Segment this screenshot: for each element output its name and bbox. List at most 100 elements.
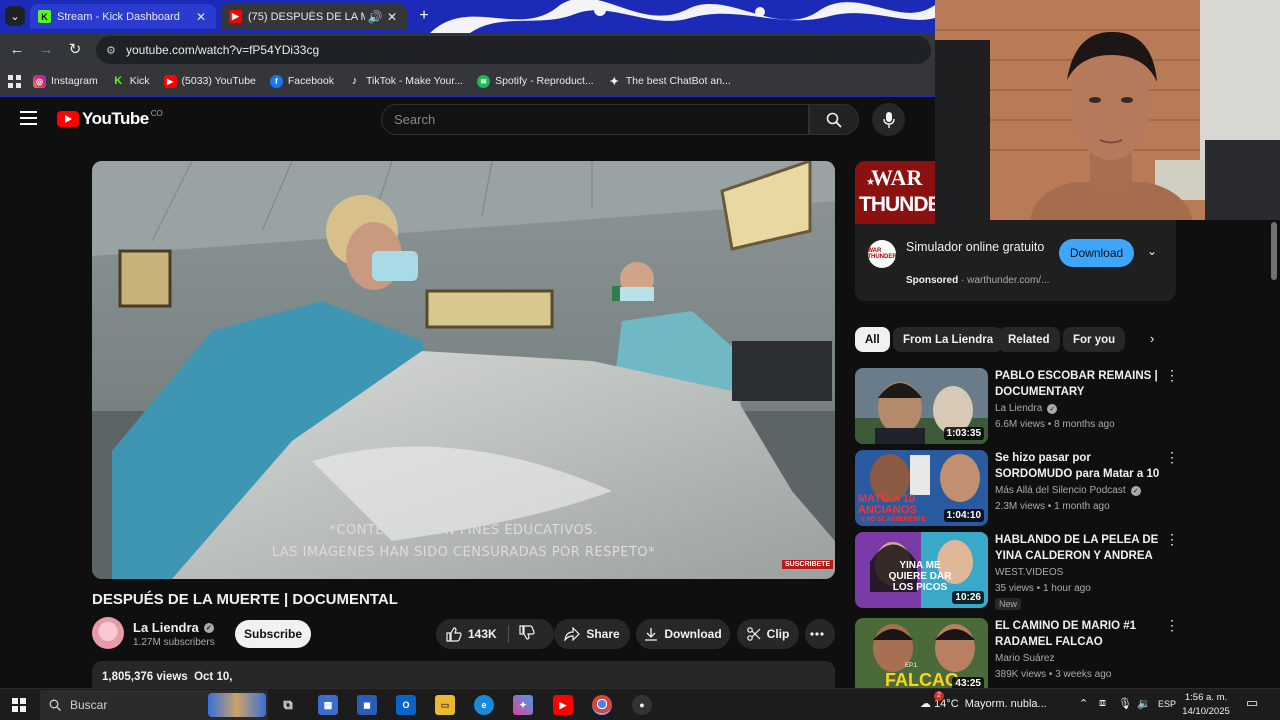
- menu-icon[interactable]: [20, 111, 37, 125]
- file-explorer-icon[interactable]: ▭: [435, 695, 455, 715]
- close-tab-icon[interactable]: ✕: [385, 10, 399, 24]
- more-vertical-icon[interactable]: ⋮: [1165, 532, 1179, 546]
- network-icon[interactable]: ⧈: [1099, 697, 1106, 710]
- chevron-down-icon[interactable]: ⌄: [1147, 244, 1157, 258]
- edge-icon[interactable]: e: [474, 695, 494, 715]
- copilot-icon[interactable]: ✦: [513, 695, 533, 715]
- chevron-up-icon[interactable]: ⌃: [1079, 697, 1088, 710]
- bookmark-label: Kick: [129, 75, 150, 87]
- chevron-right-icon[interactable]: ›: [1150, 331, 1154, 346]
- bookmark-instagram[interactable]: ◎ Instagram: [33, 74, 98, 88]
- bookmark-label: TikTok - Make Your...: [366, 75, 464, 87]
- search-highlight-image: [208, 693, 266, 717]
- video-thumbnail[interactable]: MATÓ A 10 ANCIANOS Y NO SE ARREPIENTE 1:…: [855, 450, 988, 526]
- system-clock[interactable]: 1:56 a. m. 14/10/2025: [1178, 691, 1234, 719]
- country-code: CO: [150, 108, 163, 118]
- search-button[interactable]: [809, 104, 859, 135]
- chip-related[interactable]: Related: [998, 327, 1060, 352]
- like-dislike-group: 143K: [436, 619, 554, 649]
- clip-button[interactable]: Clip: [737, 619, 799, 649]
- video-thumbnail[interactable]: YINA ME QUIERE DAR LOS PICOS 10:26: [855, 532, 988, 608]
- chip-for-you[interactable]: For you: [1063, 327, 1126, 352]
- bookmark-label: Facebook: [287, 75, 334, 87]
- more-horizontal-icon: [810, 632, 824, 636]
- back-button[interactable]: ←: [6, 39, 28, 61]
- speaker-icon[interactable]: 🔊: [365, 10, 385, 24]
- share-button[interactable]: Share: [554, 619, 630, 649]
- url-text: youtube.com/watch?v=fP54YDi33cg: [126, 43, 320, 57]
- more-vertical-icon[interactable]: ⋮: [1165, 368, 1179, 382]
- bookmark-youtube[interactable]: ▶ (5033) YouTube: [163, 74, 256, 88]
- more-vertical-icon[interactable]: ⋮: [1165, 450, 1179, 464]
- forward-button[interactable]: →: [35, 39, 57, 61]
- search-input[interactable]: Search: [381, 104, 809, 135]
- tab-youtube-video[interactable]: ▶ (75) DESPUÉS DE LA MUERTE 🔊 ✕: [221, 4, 407, 29]
- task-view-icon[interactable]: ⧉: [278, 695, 298, 715]
- outlook-icon[interactable]: O: [396, 695, 416, 715]
- new-tab-button[interactable]: +: [414, 6, 434, 26]
- search-icon: [826, 112, 842, 128]
- bookmark-spotify[interactable]: ≋ Spotify - Reproduct...: [477, 74, 594, 88]
- channel-text: Más Allá del Silencio Podcast: [995, 485, 1126, 496]
- bookmark-chatbot[interactable]: ✦ The best ChatBot an...: [608, 75, 731, 88]
- youtube-app-icon[interactable]: ▶: [553, 695, 573, 715]
- store-icon[interactable]: ◼: [357, 695, 377, 715]
- thumbs-down-icon: [519, 625, 535, 640]
- video-caption-line-1: *CONTENIDO CON FINES EDUCATIVOS.: [329, 523, 598, 538]
- language-indicator[interactable]: ESP: [1158, 699, 1176, 709]
- widgets-icon[interactable]: ▦: [318, 695, 338, 715]
- recommended-video[interactable]: EP.1 FALCAO 43:25 EL CAMINO DE MARIO #1 …: [855, 618, 1180, 696]
- channel-text: WEST.VIDEOS: [995, 567, 1064, 578]
- description-box[interactable]: 1,805,376 views Oct 10,: [92, 661, 835, 691]
- bookmark-facebook[interactable]: f Facebook: [269, 74, 334, 88]
- subscribe-button[interactable]: Subscribe: [235, 620, 311, 648]
- clock-date: 14/10/2025: [1182, 706, 1230, 717]
- recommended-video[interactable]: MATÓ A 10 ANCIANOS Y NO SE ARREPIENTE 1:…: [855, 450, 1180, 528]
- tab-search-button[interactable]: ⌄: [5, 6, 25, 26]
- chip-from-channel[interactable]: From La Liendra: [893, 327, 1004, 352]
- microphone-icon: [882, 111, 895, 128]
- bookmark-tiktok[interactable]: ♪ TikTok - Make Your...: [348, 75, 463, 88]
- address-bar[interactable]: ⚙ youtube.com/watch?v=fP54YDi33cg: [96, 36, 931, 64]
- clock-time: 1:56 a. m.: [1184, 692, 1228, 703]
- voice-search-button[interactable]: [872, 103, 905, 136]
- video-thumbnail[interactable]: EP.1 FALCAO 43:25: [855, 618, 988, 694]
- sponsored-label: Sponsored: [906, 275, 959, 286]
- share-icon: [564, 627, 581, 641]
- volume-icon[interactable]: 🔉: [1137, 697, 1151, 710]
- video-thumbnail[interactable]: 1:03:35: [855, 368, 988, 444]
- chip-all[interactable]: All: [855, 327, 890, 352]
- more-vertical-icon[interactable]: ⋮: [1165, 618, 1179, 632]
- apps-icon[interactable]: [8, 74, 21, 88]
- recommended-channel: Más Allá del Silencio Podcast ✓: [995, 485, 1141, 496]
- site-info-icon[interactable]: ⚙: [106, 44, 120, 57]
- more-actions-button[interactable]: [805, 619, 835, 649]
- ad-download-button[interactable]: Download: [1059, 239, 1134, 267]
- bookmark-label: The best ChatBot an...: [625, 75, 731, 87]
- chrome-icon[interactable]: [592, 695, 612, 715]
- new-badge: New: [995, 598, 1022, 610]
- close-tab-icon[interactable]: ✕: [194, 10, 208, 24]
- thumbnail-text: MATÓ A 10 ANCIANOS: [858, 493, 917, 516]
- channel-avatar[interactable]: [92, 617, 124, 649]
- recommended-video[interactable]: YINA ME QUIERE DAR LOS PICOS 10:26 HABLA…: [855, 532, 1180, 610]
- dislike-button[interactable]: [519, 625, 541, 643]
- recommended-title: PABLO ESCOBAR REMAINS | DOCUMENTARY: [995, 370, 1158, 398]
- notifications-icon[interactable]: ▭: [1246, 695, 1258, 711]
- page-scrollbar[interactable]: [1268, 220, 1280, 688]
- tab-kick-dashboard[interactable]: K Stream - Kick Dashboard ✕: [30, 4, 216, 29]
- windows-start-button[interactable]: [12, 698, 26, 712]
- taskbar-search-box[interactable]: Buscar: [40, 690, 268, 720]
- download-button[interactable]: Download: [636, 619, 730, 649]
- video-player[interactable]: *CONTENIDO CON FINES EDUCATIVOS. LAS IMÁ…: [92, 161, 835, 579]
- kick-icon: K: [114, 75, 123, 87]
- obs-icon[interactable]: ●: [632, 695, 652, 715]
- youtube-logo[interactable]: YouTube CO: [57, 109, 163, 129]
- like-button[interactable]: 143K: [446, 626, 508, 642]
- scrollbar-thumb[interactable]: [1271, 222, 1277, 280]
- bookmark-kick[interactable]: K Kick: [112, 75, 150, 88]
- reload-button[interactable]: ↻: [64, 39, 86, 61]
- microphone-tray-icon[interactable]: 🎙: [1118, 697, 1132, 710]
- recommended-video[interactable]: 1:03:35 PABLO ESCOBAR REMAINS | DOCUMENT…: [855, 368, 1180, 446]
- channel-name[interactable]: La Liendra ✓: [133, 620, 214, 635]
